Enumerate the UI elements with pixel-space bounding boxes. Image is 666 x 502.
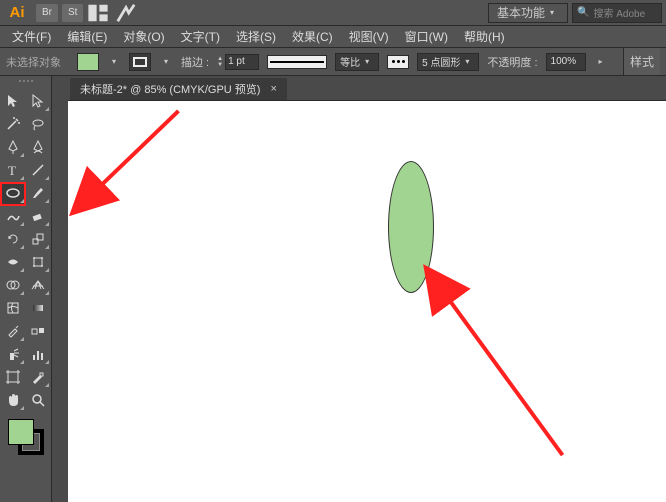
fill-dd-icon[interactable]: ▾ — [107, 53, 121, 71]
stroke-label: 描边 : — [181, 54, 209, 70]
menu-select[interactable]: 选择(S) — [228, 26, 284, 47]
perspective-grid-tool[interactable] — [26, 274, 50, 296]
pen-tool[interactable] — [1, 136, 25, 158]
blend-tool[interactable] — [26, 320, 50, 342]
workspace-switcher[interactable]: 基本功能 ▾ — [488, 3, 568, 23]
eraser-tool[interactable] — [26, 205, 50, 227]
scale-tool[interactable] — [26, 228, 50, 250]
menu-file[interactable]: 文件(F) — [4, 26, 59, 47]
app-root: Ai Br St 基本功能 ▾ 🔍 搜索 Adobe 文件(F) 编辑(E) 对… — [0, 0, 666, 502]
canvas[interactable] — [68, 100, 666, 502]
drawn-ellipse-shape[interactable] — [388, 161, 434, 293]
close-icon[interactable]: × — [270, 83, 276, 95]
menu-effect[interactable]: 效果(C) — [284, 26, 341, 47]
tool-panel: T — [0, 76, 52, 502]
doc-gutter — [52, 76, 68, 502]
workspace-body: T — [0, 76, 666, 502]
panel-grip[interactable] — [6, 80, 46, 88]
menu-bar: 文件(F) 编辑(E) 对象(O) 文字(T) 选择(S) 效果(C) 视图(V… — [0, 26, 666, 48]
direct-selection-tool[interactable] — [26, 90, 50, 112]
svg-text:T: T — [8, 163, 16, 178]
slice-tool[interactable] — [26, 366, 50, 388]
brush-definition[interactable]: 5 点圆形 ▾ — [417, 53, 479, 71]
artboard-tool[interactable] — [1, 366, 25, 388]
line-segment-tool[interactable] — [26, 159, 50, 181]
document-tab-bar: 未标题-2* @ 85% (CMYK/GPU 预览) × — [68, 76, 666, 100]
menu-type[interactable]: 文字(T) — [173, 26, 228, 47]
brush-preview[interactable] — [387, 55, 409, 69]
width-tool[interactable] — [1, 251, 25, 273]
workspace-label: 基本功能 — [497, 4, 545, 21]
shaper-tool[interactable] — [1, 205, 25, 227]
stroke-weight-stepper[interactable]: ▲▼ — [217, 53, 259, 71]
annotation-arrow-to-shape — [428, 271, 563, 456]
document-tab-title: 未标题-2* @ 85% (CMYK/GPU 预览) — [80, 81, 260, 97]
zoom-tool[interactable] — [26, 389, 50, 411]
stock-button[interactable]: St — [62, 4, 83, 22]
ellipse-tool[interactable] — [1, 182, 25, 204]
mesh-tool[interactable] — [1, 297, 25, 319]
annotation-arrow-to-tool — [75, 111, 179, 211]
selection-tool[interactable] — [1, 90, 25, 112]
ai-logo: Ai — [4, 3, 30, 23]
lasso-tool[interactable] — [26, 113, 50, 135]
opacity-label: 不透明度 : — [487, 54, 537, 70]
gradient-tool[interactable] — [26, 297, 50, 319]
chevron-down-icon: ▾ — [545, 4, 559, 22]
fill-color-chip[interactable] — [8, 419, 34, 445]
arrange-docs-icon[interactable] — [87, 4, 109, 22]
eyedropper-tool[interactable] — [1, 320, 25, 342]
menu-window[interactable]: 窗口(W) — [397, 26, 456, 47]
fill-swatch[interactable] — [77, 53, 99, 71]
menu-help[interactable]: 帮助(H) — [456, 26, 513, 47]
search-placeholder: 搜索 Adobe — [593, 5, 645, 20]
stroke-swatch[interactable] — [129, 53, 151, 71]
control-bar: 未选择对象 ▾ ▾ 描边 : ▲▼ 等比 ▾ 5 点圆形 ▾ 不透明度 : 10… — [0, 48, 666, 76]
gpu-perf-icon[interactable] — [115, 4, 137, 22]
stroke-weight-input[interactable] — [225, 54, 259, 70]
shape-builder-tool[interactable] — [1, 274, 25, 296]
free-transform-tool[interactable] — [26, 251, 50, 273]
document-tab[interactable]: 未标题-2* @ 85% (CMYK/GPU 预览) × — [70, 78, 287, 100]
magic-wand-tool[interactable] — [1, 113, 25, 135]
annotation-overlay — [68, 101, 666, 502]
document-area: 未标题-2* @ 85% (CMYK/GPU 预览) × — [68, 76, 666, 502]
graphic-style[interactable]: 样式 — [623, 48, 660, 75]
hand-tool[interactable] — [1, 389, 25, 411]
curvature-tool[interactable] — [26, 136, 50, 158]
bridge-button[interactable]: Br — [36, 4, 58, 22]
column-graph-tool[interactable] — [26, 343, 50, 365]
stroke-dd-icon[interactable]: ▾ — [159, 53, 173, 71]
search-icon: 🔍 — [577, 7, 589, 18]
menu-object[interactable]: 对象(O) — [115, 26, 172, 47]
search-input[interactable]: 🔍 搜索 Adobe — [572, 3, 662, 23]
fill-stroke-color[interactable] — [6, 417, 46, 457]
menu-view[interactable]: 视图(V) — [341, 26, 397, 47]
menu-edit[interactable]: 编辑(E) — [59, 26, 115, 47]
type-tool[interactable]: T — [1, 159, 25, 181]
opacity-input[interactable]: 100% — [546, 53, 586, 71]
selection-status: 未选择对象 — [6, 54, 61, 70]
symbol-sprayer-tool[interactable] — [1, 343, 25, 365]
paintbrush-tool[interactable] — [26, 182, 50, 204]
stroke-sample[interactable] — [267, 55, 327, 69]
variable-width-profile[interactable]: 等比 ▾ — [335, 53, 379, 71]
title-bar: Ai Br St 基本功能 ▾ 🔍 搜索 Adobe — [0, 0, 666, 26]
rotate-tool[interactable] — [1, 228, 25, 250]
opacity-chevron-icon[interactable]: ▸ — [594, 53, 608, 71]
